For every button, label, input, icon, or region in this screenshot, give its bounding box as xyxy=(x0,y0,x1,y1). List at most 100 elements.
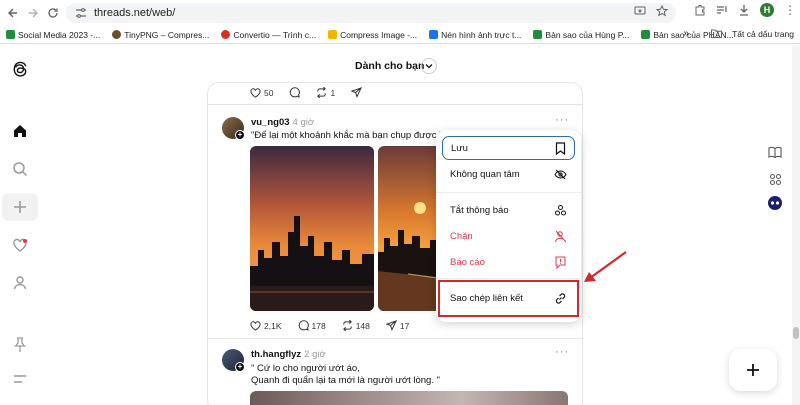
all-bookmarks-link[interactable]: Tất cả dấu trang xyxy=(732,29,794,39)
nav-more[interactable] xyxy=(2,365,38,393)
highlight-annotation xyxy=(438,280,579,317)
post-divider xyxy=(208,104,582,105)
download-icon[interactable] xyxy=(738,4,750,16)
repost-button[interactable]: 1 xyxy=(316,87,335,98)
feed-switch-button[interactable] xyxy=(421,58,437,74)
grid-icon xyxy=(769,173,781,185)
post-username[interactable]: vu_ng03 4 giờ xyxy=(251,117,314,128)
menu-item-report[interactable]: Báo cáo xyxy=(442,250,575,274)
panda-icon xyxy=(112,30,122,39)
extensions-icon[interactable] xyxy=(694,4,706,16)
nav-search[interactable] xyxy=(2,155,38,183)
reading-mode-button[interactable] xyxy=(766,143,784,161)
menu-item-save[interactable]: Lưu xyxy=(442,136,575,160)
post-time: 2 giờ xyxy=(304,349,326,360)
menu-item-not-interested[interactable]: Không quan tâm xyxy=(442,162,575,186)
bookmark-4[interactable]: Nén hình ảnh trực t... xyxy=(429,30,521,40)
browser-toolbar: threads.net/web/ H ⋮ xyxy=(0,0,800,26)
divider: | xyxy=(698,28,702,39)
bookmarks-overflow-button[interactable]: » xyxy=(683,28,689,39)
page-scrollbar[interactable] xyxy=(792,45,800,405)
site-info-icon[interactable] xyxy=(74,6,88,20)
comment-button[interactable] xyxy=(289,87,301,98)
bookmark-5[interactable]: Bản sao của Hùng P... xyxy=(533,30,629,40)
comment-button[interactable]: 178 xyxy=(298,320,326,331)
heart-icon xyxy=(250,87,261,98)
home-icon xyxy=(14,125,26,137)
bookmark-star-icon[interactable] xyxy=(656,5,668,17)
arrow-right-icon xyxy=(29,8,38,18)
share-button[interactable] xyxy=(351,87,363,98)
menu-item-block[interactable]: Chặn xyxy=(442,224,575,248)
comment-icon xyxy=(298,320,309,331)
post-time: 4 giờ xyxy=(292,117,315,128)
bot-face-icon xyxy=(768,196,782,210)
like-button[interactable]: 50 xyxy=(250,88,273,98)
pin-icon xyxy=(14,337,26,352)
menu-divider xyxy=(436,278,581,279)
sunset-skyline-image xyxy=(250,146,374,311)
threads-logo-icon xyxy=(13,61,27,77)
send-icon xyxy=(385,320,397,331)
mute-users-icon xyxy=(555,204,566,215)
report-icon xyxy=(555,256,566,269)
follow-plus-icon[interactable]: + xyxy=(235,130,245,140)
nav-create[interactable] xyxy=(2,193,38,221)
nav-pin[interactable] xyxy=(2,331,38,359)
menu-kebab-icon[interactable]: ⋮ xyxy=(784,3,796,17)
bookmark-1[interactable]: TinyPNG – Compres... xyxy=(112,30,209,40)
post-photo[interactable] xyxy=(250,391,568,405)
bookmark-2[interactable]: Convertio — Trình c... xyxy=(221,30,316,40)
post-photo-1[interactable] xyxy=(250,146,374,311)
bookmark-icon xyxy=(555,141,566,155)
back-button[interactable] xyxy=(2,2,24,24)
install-app-icon[interactable] xyxy=(634,5,646,17)
plus-icon xyxy=(14,201,26,213)
new-thread-button[interactable] xyxy=(729,349,777,391)
more-options-icon[interactable]: ··· xyxy=(555,346,569,358)
scrollbar-thumb[interactable] xyxy=(793,327,799,339)
menu-divider xyxy=(436,192,581,193)
image-icon xyxy=(429,30,439,39)
bookmarks-bar: Social Media 2023 -... TinyPNG – Compres… xyxy=(0,26,800,44)
post-text-line-1: " Cứ lo cho người ướt áo, xyxy=(251,363,360,374)
post-username[interactable]: th.hangflyz 2 giờ xyxy=(251,349,326,360)
profile-avatar[interactable]: H xyxy=(760,3,774,17)
more-options-icon[interactable]: ··· xyxy=(555,114,569,126)
send-icon xyxy=(351,87,363,98)
apps-button[interactable] xyxy=(766,170,784,188)
bookmark-3[interactable]: Compress Image -... xyxy=(328,30,417,40)
url-text[interactable]: threads.net/web/ xyxy=(94,7,175,19)
arrow-left-icon xyxy=(8,8,17,18)
red-arrow-annotation xyxy=(584,251,627,282)
share-button[interactable]: 17 xyxy=(385,320,409,331)
folder-icon xyxy=(711,29,723,38)
left-rail xyxy=(0,45,42,405)
menu-item-mute[interactable]: Tắt thông báo xyxy=(442,198,575,222)
forward-button[interactable] xyxy=(22,2,44,24)
threads-logo[interactable] xyxy=(2,55,38,83)
media-controls-icon[interactable] xyxy=(716,4,728,16)
plus-icon xyxy=(747,364,759,376)
profile-icon xyxy=(13,276,27,290)
chevron-down-icon xyxy=(425,64,433,69)
bookmark-0[interactable]: Social Media 2023 -... xyxy=(6,30,100,40)
reload-button[interactable] xyxy=(42,2,64,24)
sheets-icon xyxy=(641,30,651,39)
prev-post-actions: 50 1 xyxy=(250,87,363,98)
nav-home[interactable] xyxy=(2,117,38,145)
post-actions: 2,1K 178 148 17 xyxy=(250,320,409,331)
nav-activity[interactable] xyxy=(2,231,38,259)
post-text-line-2: Quanh đi quẩn lại ta mới là người ướt lò… xyxy=(251,375,440,386)
address-bar[interactable]: threads.net/web/ xyxy=(66,3,676,23)
like-button[interactable]: 2,1K xyxy=(250,321,282,331)
book-icon xyxy=(768,146,782,158)
feed-title[interactable]: Dành cho bạn xyxy=(355,60,424,72)
eye-off-icon xyxy=(554,169,567,179)
repost-button[interactable]: 148 xyxy=(342,320,370,331)
compress-icon xyxy=(328,30,338,39)
follow-plus-icon[interactable]: + xyxy=(235,362,245,372)
nav-profile[interactable] xyxy=(2,269,38,297)
sheets-icon xyxy=(533,30,543,39)
assistant-button[interactable] xyxy=(766,194,784,212)
